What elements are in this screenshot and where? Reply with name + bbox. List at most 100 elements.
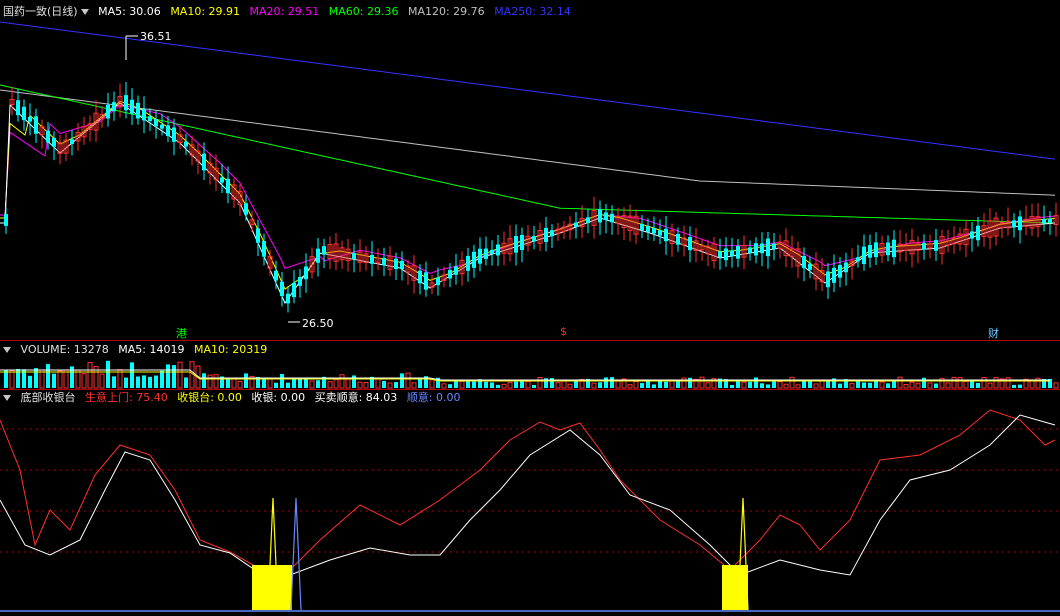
volume-bar xyxy=(760,383,764,388)
volume-bar xyxy=(514,381,518,388)
ma5-line xyxy=(0,102,1056,305)
volume-bar xyxy=(231,377,237,389)
indicator-title[interactable]: 底部收银台 xyxy=(21,391,76,404)
volume-bar xyxy=(604,377,608,388)
volume-bar xyxy=(160,370,164,388)
candle-body xyxy=(220,177,224,183)
volume-bar xyxy=(298,378,302,388)
ma60-label: MA60: 29.36 xyxy=(328,5,399,18)
volume-bar xyxy=(976,382,980,388)
candle-body xyxy=(604,212,608,220)
candle-body xyxy=(394,258,398,270)
volume-bar xyxy=(46,364,50,388)
volume-bar xyxy=(148,376,152,388)
event-marker-dividend[interactable]: $ xyxy=(560,325,567,338)
candle-body xyxy=(136,102,140,119)
volume-bar xyxy=(754,377,758,388)
volume-bar xyxy=(472,381,476,388)
candle-body xyxy=(286,293,290,304)
volume-bar xyxy=(669,380,675,389)
candle-body xyxy=(262,241,266,257)
candle-body xyxy=(52,137,56,147)
volume-bar xyxy=(688,377,692,388)
candle-body xyxy=(124,95,128,111)
volume-bar xyxy=(136,376,140,388)
candle-body xyxy=(1012,220,1016,228)
ma10-line xyxy=(0,100,1056,290)
volume-bar xyxy=(909,381,915,389)
indicator-item-cashier: 收银台: 0.00 xyxy=(177,391,242,404)
volume-bar xyxy=(766,384,770,388)
volume-bar xyxy=(375,377,381,389)
candle-body xyxy=(892,239,896,258)
volume-bar xyxy=(525,380,531,389)
candle-body xyxy=(532,236,536,242)
volume-bar xyxy=(826,380,830,388)
volume-ma5: MA5: 14019 xyxy=(118,343,185,356)
volume-bar xyxy=(57,370,63,389)
volume-bar xyxy=(819,379,825,389)
candle-body xyxy=(826,271,830,288)
candle-body xyxy=(322,246,326,255)
volume-bar xyxy=(598,382,602,388)
ma5-label: MA5: 30.06 xyxy=(98,5,161,18)
volume-bar xyxy=(244,373,248,388)
candle-body xyxy=(352,253,356,259)
volume-bar xyxy=(849,383,855,389)
candle-body xyxy=(244,203,248,215)
volume-bar xyxy=(418,379,422,388)
event-marker-finance[interactable]: 财 xyxy=(988,325,999,341)
candle-body xyxy=(730,250,734,257)
volume-bar xyxy=(795,384,801,389)
candle-body xyxy=(22,106,26,121)
volume-bar xyxy=(237,380,243,389)
candle-body xyxy=(1042,218,1046,224)
candle-body xyxy=(676,233,680,245)
candle-body xyxy=(574,222,578,227)
volume-bar xyxy=(561,379,567,389)
candle-body xyxy=(226,178,230,194)
volume-bar xyxy=(304,379,308,388)
volume-bar xyxy=(327,381,333,389)
candle-body xyxy=(436,277,440,286)
candle-body xyxy=(400,260,404,270)
candle-body xyxy=(718,251,722,258)
candle-body xyxy=(550,230,554,237)
volume-panel-header: VOLUME: 13278 MA5: 14019 MA10: 20319 xyxy=(3,342,273,358)
volume-bar xyxy=(345,378,351,389)
indicator-dropdown-icon[interactable] xyxy=(3,394,11,401)
volume-bar xyxy=(957,377,963,389)
volume-bar xyxy=(813,383,819,389)
volume-bar xyxy=(207,374,213,389)
volume-bar xyxy=(280,373,284,388)
volume-bar xyxy=(286,382,290,388)
candle-body xyxy=(298,277,302,286)
volume-bar xyxy=(75,369,81,389)
ma250-label: MA250: 32.14 xyxy=(494,5,571,18)
candle-body xyxy=(802,256,806,269)
volume-bar xyxy=(897,376,903,389)
candle-body xyxy=(766,238,770,257)
stock-chart[interactable] xyxy=(0,0,1060,616)
volume-bar xyxy=(927,382,933,389)
cashier-signal-block xyxy=(722,565,748,610)
volume-bar xyxy=(507,382,513,389)
volume-bar xyxy=(466,381,470,388)
volume-dropdown-icon[interactable] xyxy=(3,346,11,353)
candle-body xyxy=(496,244,500,256)
volume-bar xyxy=(874,380,878,388)
volume-bar xyxy=(4,370,8,388)
stock-title[interactable]: 国药一致(日线) xyxy=(3,5,78,18)
candle-body xyxy=(280,281,284,297)
event-marker-hk[interactable]: 港 xyxy=(176,325,187,341)
indicator-item-business: 生意上门: 75.40 xyxy=(85,391,168,404)
volume-bar xyxy=(352,375,356,388)
dropdown-icon[interactable] xyxy=(80,8,89,15)
candle-body xyxy=(454,266,458,275)
volume-bar xyxy=(448,384,452,388)
volume-bar xyxy=(610,377,614,388)
volume-bar xyxy=(274,382,278,388)
ma120-label: MA120: 29.76 xyxy=(407,5,485,18)
volume-bar xyxy=(741,381,747,389)
volume-bar xyxy=(981,377,987,389)
